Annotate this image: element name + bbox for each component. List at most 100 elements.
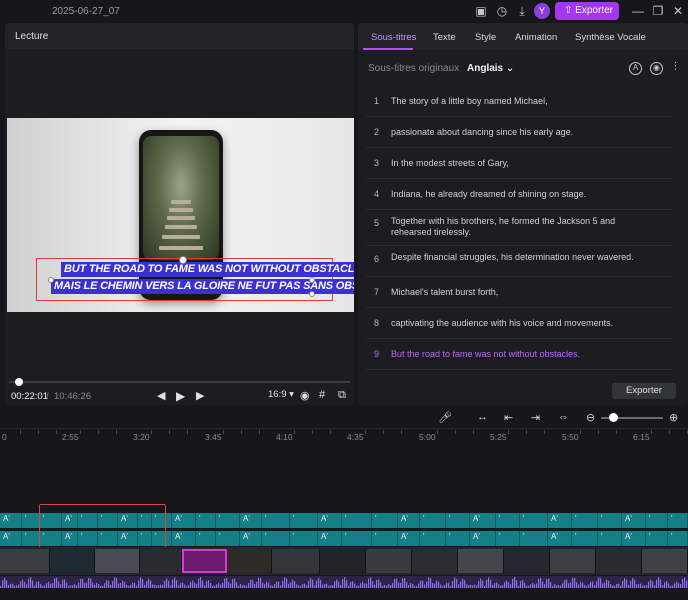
subtitle-clip[interactable]: A' <box>548 531 572 546</box>
subtitle-clip[interactable]: A' <box>398 513 420 528</box>
subtitle-clip[interactable]: A' <box>172 513 196 528</box>
subtitle-clip[interactable]: ' <box>290 513 318 528</box>
subtitle-text[interactable]: Indiana, he already dreamed of shining o… <box>391 189 641 200</box>
subtitle-row[interactable]: 3 In the modest streets of Gary, <box>366 148 672 179</box>
subtitle-clip[interactable]: A' <box>398 531 420 546</box>
subtitle-clip[interactable]: A' <box>470 531 496 546</box>
playback-scrubber[interactable] <box>9 381 350 383</box>
subtitle-row[interactable]: 5 Together with his brothers, he formed t… <box>366 210 672 246</box>
translate-icon[interactable]: A <box>629 62 642 75</box>
settings-icon[interactable]: ◉ <box>650 62 663 75</box>
subtitle-clip[interactable]: ' <box>646 531 668 546</box>
subtitle-row[interactable]: 4 Indiana, he already dreamed of shining … <box>366 179 672 210</box>
export-button-top[interactable]: ⇧ Exporter <box>555 2 619 20</box>
subtitle-clip[interactable]: ' <box>216 513 240 528</box>
subtitle-clip[interactable]: ' <box>572 531 598 546</box>
subtitle-clip[interactable]: ' <box>646 513 668 528</box>
subtitle-clip[interactable]: ' <box>342 531 372 546</box>
maximize-icon[interactable]: ❐ <box>650 3 666 19</box>
subtitle-text[interactable]: The story of a little boy named Michael, <box>391 96 641 107</box>
resize-handle[interactable] <box>309 291 315 297</box>
subtitle-text[interactable]: Michael's talent burst forth, <box>391 287 641 298</box>
aspect-ratio-select[interactable]: 16:9 ▾ <box>268 389 294 400</box>
timeline-ruler[interactable]: 0 2:55 3:20 3:45 4:10 4:35 5:00 5:25 5:50 6:15 <box>0 429 688 443</box>
trim-left-icon[interactable]: ⇤ <box>504 411 513 424</box>
subtitle-text[interactable]: Despite financial struggles, his determi… <box>391 252 641 263</box>
subtitle-clip[interactable]: ' <box>420 513 446 528</box>
subtitle-clip[interactable]: A' <box>548 513 572 528</box>
previous-frame-icon[interactable]: ◀‎ <box>157 389 165 402</box>
grid-icon[interactable]: # <box>319 389 325 401</box>
trim-right-icon[interactable]: ⇥ <box>531 411 540 424</box>
subtitle-clip[interactable]: ' <box>262 513 290 528</box>
tab-voice-synthesis[interactable]: Synthèse Vocale <box>575 32 646 43</box>
subtitle-clip[interactable]: ' <box>598 513 622 528</box>
subtitle-clip[interactable]: A' <box>470 513 496 528</box>
subtitle-clip[interactable]: ' <box>572 513 598 528</box>
subtitle-clip[interactable]: ' <box>420 531 446 546</box>
rotate-handle[interactable] <box>179 256 187 264</box>
tab-subtitles[interactable]: Sous-titres <box>371 32 416 43</box>
subtitle-clip[interactable]: ' <box>598 531 622 546</box>
subtitle-clip[interactable]: A' <box>0 531 22 546</box>
subtitle-row[interactable]: 10Criticism, doubts, and personal trials… <box>366 370 672 376</box>
tab-animation[interactable]: Animation <box>515 32 557 43</box>
subtitle-clip[interactable]: A' <box>622 513 646 528</box>
subtitle-clip[interactable]: ' <box>668 513 688 528</box>
subtitle-row[interactable]: 9 But the road to fame was not without ob… <box>366 339 672 370</box>
export-button-bottom[interactable]: Exporter <box>612 383 676 399</box>
subtitle-clip[interactable]: ' <box>196 531 216 546</box>
minimize-icon[interactable]: — <box>630 3 646 19</box>
fit-icon[interactable]: ⇔ <box>558 411 569 423</box>
subtitle-clip[interactable]: ' <box>262 531 290 546</box>
subtitle-clip[interactable]: A' <box>240 513 262 528</box>
subtitle-clip[interactable]: ' <box>496 513 520 528</box>
subtitle-text[interactable]: But the road to fame was not without obs… <box>391 349 641 360</box>
play-icon[interactable]: ▶ <box>176 389 185 403</box>
video-frame[interactable]: BUT THE ROAD TO FAME WAS NOT WITHOUT OBS… <box>7 118 354 312</box>
subtitle-clip[interactable]: ' <box>520 531 548 546</box>
subtitle-clip[interactable]: A' <box>0 513 22 528</box>
more-icon[interactable]: ⋮ <box>669 62 682 75</box>
subtitle-clip[interactable]: ' <box>342 513 372 528</box>
tab-text[interactable]: Texte <box>433 32 456 43</box>
tab-style[interactable]: Style <box>475 32 496 43</box>
audio-track[interactable] <box>0 576 688 588</box>
subtitle-clip[interactable]: ' <box>668 531 688 546</box>
subtitle-text[interactable]: In the modest streets of Gary, <box>391 158 641 169</box>
split-icon[interactable]: ↔ <box>477 411 488 423</box>
layout-icon[interactable]: ▣ <box>473 3 489 19</box>
clock-icon[interactable]: ◷ <box>494 3 510 19</box>
subtitle-row[interactable]: 8 captivating the audience with his voice… <box>366 308 672 339</box>
zoom-out-icon[interactable]: ⊖ <box>586 411 595 424</box>
zoom-slider-knob[interactable] <box>609 413 619 422</box>
subtitle-text[interactable]: captivating the audience with his voice … <box>391 318 641 329</box>
subtitle-clip[interactable]: ' <box>22 531 40 546</box>
download-icon[interactable]: ⤓ <box>514 3 530 19</box>
subtitle-clip[interactable]: ' <box>446 531 470 546</box>
subtitle-clip[interactable]: A' <box>318 513 342 528</box>
subtitle-clip[interactable]: ' <box>22 513 40 528</box>
subtitle-clip[interactable]: ' <box>196 513 216 528</box>
subtitle-clip[interactable]: ' <box>372 513 398 528</box>
subtitle-clip[interactable]: A' <box>240 531 262 546</box>
subtitle-clip[interactable]: A' <box>172 531 196 546</box>
resize-handle[interactable] <box>309 277 315 283</box>
subtitle-row[interactable]: 1 The story of a little boy named Michael… <box>366 86 672 117</box>
subtitle-row[interactable]: 7 Michael's talent burst forth, <box>366 277 672 308</box>
resize-handle[interactable] <box>48 277 54 283</box>
subtitle-clip[interactable]: ' <box>446 513 470 528</box>
subtitle-clip[interactable]: ' <box>290 531 318 546</box>
subtitle-clip[interactable]: ' <box>216 531 240 546</box>
subtitle-selection-box[interactable]: BUT THE ROAD TO FAME WAS NOT WITHOUT OBS… <box>36 256 354 301</box>
subtitle-clip[interactable]: ' <box>520 513 548 528</box>
subtitle-row[interactable]: 6 Despite financial struggles, his determ… <box>366 246 672 277</box>
fullscreen-icon[interactable]: ⧉ <box>338 389 346 402</box>
language-select[interactable]: Anglais ⌄ <box>467 63 514 74</box>
avatar[interactable]: Y <box>534 3 550 19</box>
subtitle-row[interactable]: 2 passionate about dancing since his earl… <box>366 117 672 148</box>
subtitle-text[interactable]: passionate about dancing since his early… <box>391 127 641 138</box>
subtitle-text[interactable]: Together with his brothers, he formed th… <box>391 216 641 238</box>
next-frame-icon[interactable]: ▶ <box>196 389 204 402</box>
camera-icon[interactable]: ◉ <box>300 389 310 402</box>
